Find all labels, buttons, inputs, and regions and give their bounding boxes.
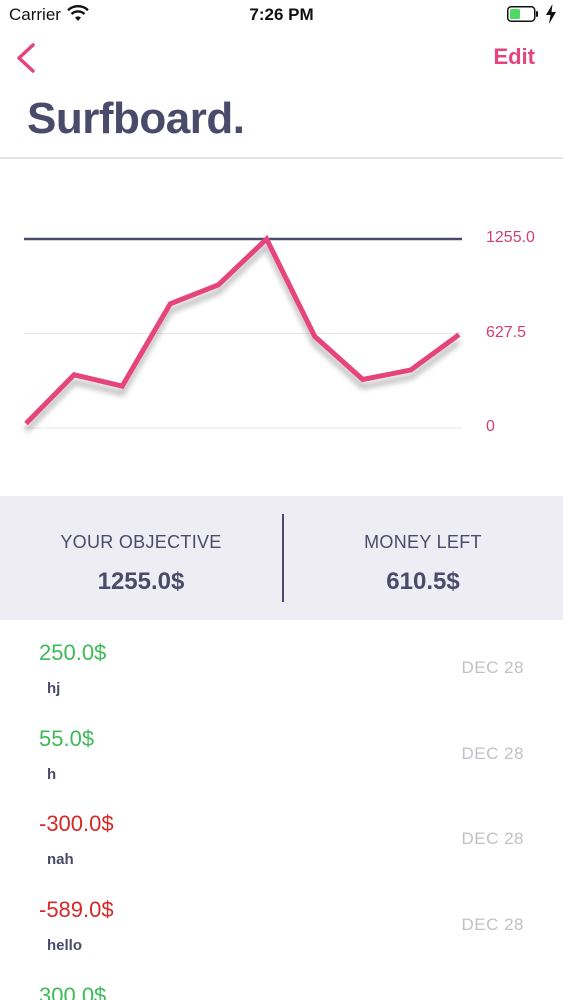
transaction-note: hj [47, 680, 61, 697]
transaction-date: DEC 28 [461, 915, 524, 934]
transaction-row[interactable]: 300.0$ [0, 963, 563, 1000]
money-left-label: MONEY LEFT [364, 532, 482, 552]
transaction-row[interactable]: 250.0$ hj DEC 28 [0, 620, 563, 706]
edit-button[interactable]: Edit [493, 44, 535, 70]
status-bar: Carrier 7:26 PM [0, 0, 563, 30]
back-button[interactable] [12, 40, 42, 76]
objective-label: YOUR OBJECTIVE [60, 532, 222, 552]
transaction-note: hello [47, 937, 83, 954]
transaction-row[interactable]: 55.0$ h DEC 28 [0, 706, 563, 792]
money-left-value: 610.5$ [386, 568, 460, 595]
summary-panel: YOUR OBJECTIVE 1255.0$ MONEY LEFT 610.5$ [0, 496, 563, 620]
objective-value: 1255.0$ [97, 568, 185, 595]
chart-tick-label: 0 [486, 418, 495, 435]
chart-tick-label: 1255.0 [486, 229, 535, 246]
page-title: Surfboard. [27, 94, 245, 143]
battery-icon [507, 6, 538, 22]
status-time: 7:26 PM [249, 5, 314, 24]
header-divider [0, 157, 563, 159]
transaction-note: h [47, 766, 57, 783]
transaction-amount: -300.0$ [39, 811, 114, 836]
charging-bolt-icon [546, 4, 556, 24]
transaction-amount: 300.0$ [39, 983, 107, 1000]
money-left-section: MONEY LEFT 610.5$ [282, 496, 563, 620]
chart-series-line [24, 234, 461, 426]
transaction-list: 250.0$ hj DEC 28 55.0$ h DEC 28 -300.0$ … [0, 620, 563, 1000]
transaction-date: DEC 28 [461, 744, 524, 763]
transaction-row[interactable]: -300.0$ nah DEC 28 [0, 791, 563, 877]
line-chart [24, 234, 462, 429]
chart-tick-label: 627.5 [486, 323, 527, 341]
chevron-left-icon [17, 43, 35, 73]
transaction-date: DEC 28 [461, 658, 524, 677]
transaction-amount: 55.0$ [39, 726, 95, 751]
transaction-note: nah [47, 851, 74, 868]
objective-section: YOUR OBJECTIVE 1255.0$ [0, 496, 282, 620]
transaction-date: DEC 28 [461, 829, 524, 848]
progress-chart: 1255.0 627.5 0 [0, 160, 563, 496]
transaction-amount: 250.0$ [39, 640, 107, 665]
transaction-amount: -589.0$ [39, 897, 114, 922]
transaction-row[interactable]: -589.0$ hello DEC 28 [0, 877, 563, 963]
